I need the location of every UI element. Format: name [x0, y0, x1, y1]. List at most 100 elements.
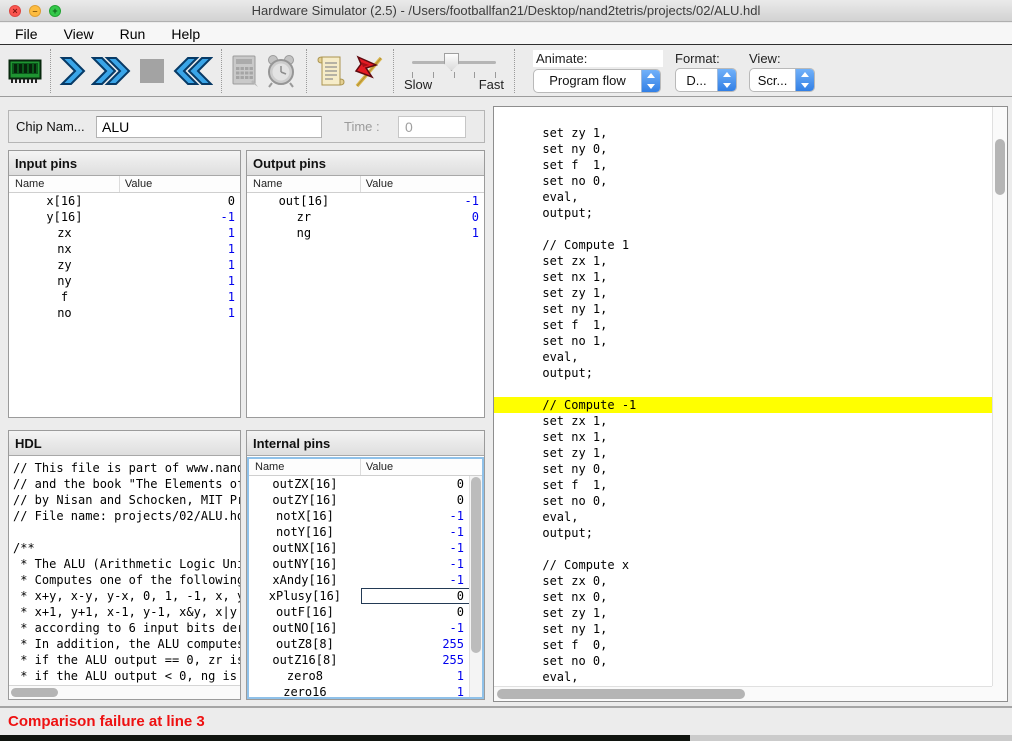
pin-row[interactable]: xAndy[16] -1 [249, 572, 482, 588]
pin-value[interactable]: -1 [361, 620, 482, 636]
chip-name-field[interactable]: ALU [96, 116, 322, 138]
pin-row[interactable]: y[16] -1 [9, 209, 240, 225]
pin-value[interactable]: 0 [361, 492, 482, 508]
pin-value[interactable]: -1 [361, 508, 482, 524]
menu-item[interactable]: Help [166, 26, 205, 42]
format-select[interactable]: D... [675, 68, 737, 92]
pin-row[interactable]: ng 1 [247, 225, 484, 241]
pin-value[interactable]: 255 [361, 652, 482, 668]
internal-pins-vertical-scrollbar[interactable] [469, 476, 482, 697]
pin-value[interactable]: 1 [361, 684, 482, 699]
scrollbar-thumb[interactable] [497, 689, 745, 699]
pin-value[interactable]: -1 [361, 524, 482, 540]
pin-value[interactable]: -1 [361, 540, 482, 556]
pin-name: outZY[16] [249, 492, 361, 508]
chip-icon [8, 54, 42, 88]
pin-row[interactable]: outNO[16] -1 [249, 620, 482, 636]
pin-row[interactable]: outNY[16] -1 [249, 556, 482, 572]
pin-value[interactable]: -1 [120, 209, 240, 225]
menu-item[interactable]: File [10, 26, 43, 42]
zoom-button[interactable]: + [49, 5, 61, 17]
animate-label: Animate: [533, 50, 663, 67]
menu-item[interactable]: Run [115, 26, 151, 42]
pin-value[interactable]: -1 [361, 193, 484, 209]
calculator-button[interactable] [230, 50, 260, 92]
status-message: Comparison failure at line 3 [0, 708, 1012, 730]
hdl-title: HDL [9, 431, 240, 456]
pin-value[interactable]: 0 [361, 588, 482, 604]
pin-row[interactable]: outZ16[8] 255 [249, 652, 482, 668]
pin-value[interactable]: -1 [361, 572, 482, 588]
script-vertical-scrollbar[interactable] [992, 107, 1007, 686]
script-panel: set zy 1, set ny 0, set f 1, set no 0, e… [493, 106, 1008, 702]
run-button[interactable] [91, 50, 133, 92]
single-step-button[interactable] [59, 50, 87, 92]
pin-value[interactable]: 1 [361, 225, 484, 241]
pin-row[interactable]: notX[16] -1 [249, 508, 482, 524]
pin-row[interactable]: out[16] -1 [247, 193, 484, 209]
scrollbar-thumb[interactable] [11, 688, 58, 697]
script-line-text: output; [542, 526, 593, 540]
stop-button[interactable] [137, 50, 167, 92]
reset-button[interactable] [171, 50, 213, 92]
pin-row[interactable]: outZ8[8] 255 [249, 636, 482, 652]
pin-name: ny [9, 273, 120, 289]
hdl-horizontal-scrollbar[interactable] [9, 685, 240, 699]
pin-row[interactable]: ny 1 [9, 273, 240, 289]
pin-row[interactable]: f 1 [9, 289, 240, 305]
pin-row[interactable]: zr 0 [247, 209, 484, 225]
pin-row[interactable]: no 1 [9, 305, 240, 321]
pin-value[interactable]: 0 [361, 209, 484, 225]
script-line-text: set no 0, [542, 174, 607, 188]
pin-value[interactable]: 1 [361, 668, 482, 684]
load-chip-button[interactable] [8, 50, 42, 92]
pin-row[interactable]: outF[16] 0 [249, 604, 482, 620]
pin-value[interactable]: 1 [120, 289, 240, 305]
toolbar-separator [393, 49, 394, 93]
view-label: View: [749, 51, 781, 66]
close-button[interactable]: × [9, 5, 21, 17]
script-line-text: set ny 1, [542, 622, 607, 636]
pin-row[interactable]: xPlusy[16] 0 [249, 588, 482, 604]
pin-value[interactable]: 0 [361, 604, 482, 620]
pin-row[interactable]: zy 1 [9, 257, 240, 273]
pin-row[interactable]: zero16 1 [249, 684, 482, 699]
pin-row[interactable]: zx 1 [9, 225, 240, 241]
script-horizontal-scrollbar[interactable] [494, 686, 992, 701]
view-select[interactable]: Scr... [749, 68, 815, 92]
script-line-text: set f 1, [542, 478, 607, 492]
pin-row[interactable]: x[16] 0 [9, 193, 240, 209]
hdl-code-line: * x+1, y+1, x-1, y-1, x&y, x|y [9, 604, 240, 620]
hdl-code-line: // File name: projects/02/ALU.hd [9, 508, 240, 524]
pin-row[interactable]: outZX[16] 0 [249, 476, 482, 492]
pin-value[interactable]: 255 [361, 636, 482, 652]
pin-row[interactable]: nx 1 [9, 241, 240, 257]
script-line-text: set no 0, [542, 654, 607, 668]
pin-row[interactable]: zero8 1 [249, 668, 482, 684]
script-line-text: output; [542, 366, 593, 380]
pin-row[interactable]: outNX[16] -1 [249, 540, 482, 556]
pin-value[interactable]: 1 [120, 257, 240, 273]
scrollbar-thumb[interactable] [995, 139, 1005, 195]
scrollbar-thumb[interactable] [471, 477, 481, 653]
pin-value[interactable]: 1 [120, 225, 240, 241]
output-pins-panel: Output pins Name Value out[16] -1 zr 0 n… [246, 150, 485, 418]
pin-value[interactable]: 0 [361, 476, 482, 492]
clock-button[interactable] [264, 50, 298, 92]
view-output-button[interactable] [349, 50, 385, 92]
animate-select[interactable]: Program flow [533, 69, 661, 93]
pin-row[interactable]: notY[16] -1 [249, 524, 482, 540]
pin-value[interactable]: 0 [120, 193, 240, 209]
pin-value[interactable]: 1 [120, 241, 240, 257]
pin-name: notX[16] [249, 508, 361, 524]
script-line-text: set zx 0, [542, 574, 607, 588]
pin-value[interactable]: -1 [361, 556, 482, 572]
menu-item[interactable]: View [59, 26, 99, 42]
pin-row[interactable]: outZY[16] 0 [249, 492, 482, 508]
load-script-button[interactable] [315, 50, 345, 92]
minimize-button[interactable]: – [29, 5, 41, 17]
speed-slider-thumb[interactable] [444, 53, 459, 71]
pin-value[interactable]: 1 [120, 273, 240, 289]
hdl-code-line [9, 524, 240, 540]
pin-value[interactable]: 1 [120, 305, 240, 321]
